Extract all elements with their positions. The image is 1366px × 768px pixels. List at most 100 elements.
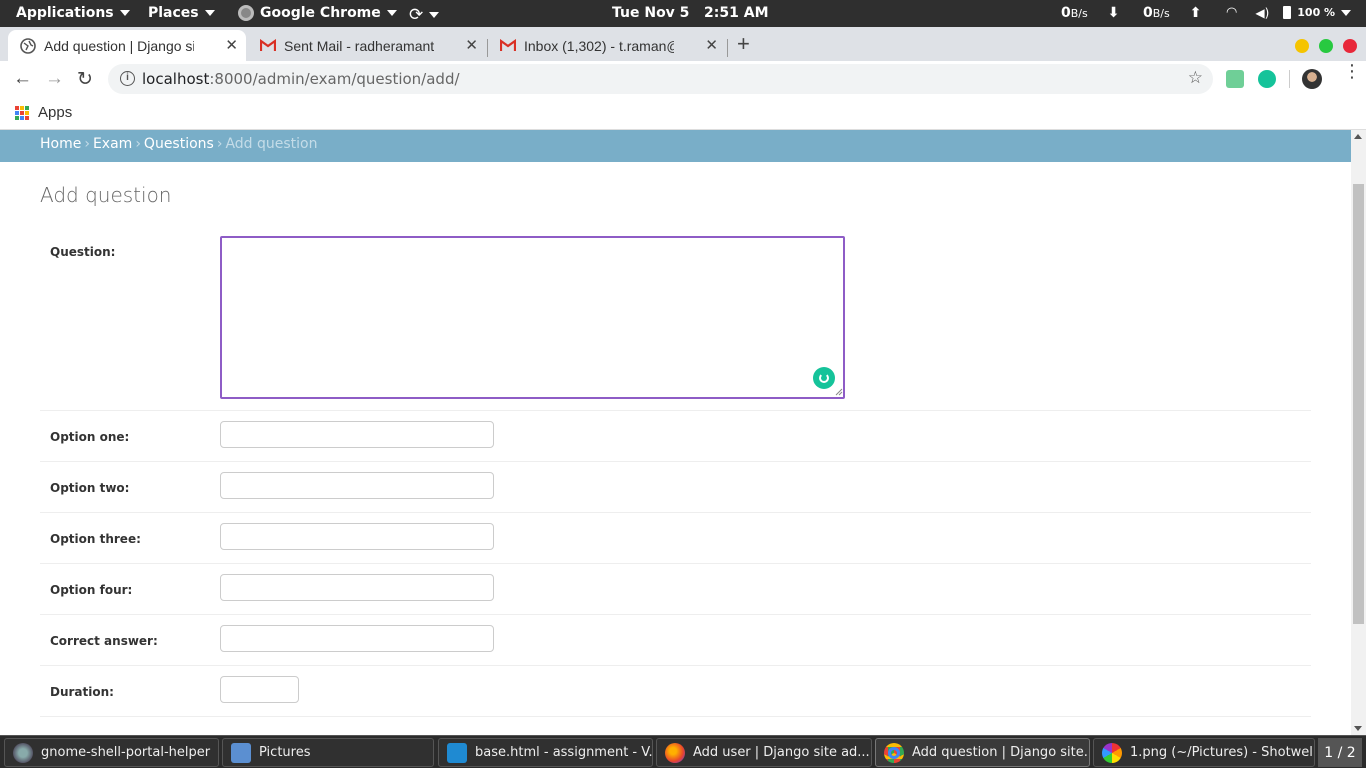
workspace-pager[interactable]: 1 / 2	[1318, 738, 1362, 767]
option-one-input[interactable]	[220, 421, 494, 448]
refresh-icon: ⟳	[409, 5, 424, 25]
tab-title: Sent Mail - radheramantiwari	[284, 37, 434, 54]
scroll-up-arrow-icon[interactable]	[1354, 134, 1362, 139]
tab-title: Inbox (1,302) - t.raman@iitg	[524, 37, 674, 54]
close-window-button[interactable]	[1343, 39, 1357, 53]
question-textarea[interactable]	[220, 236, 845, 399]
tab-sent-mail[interactable]: Sent Mail - radheramantiwari ✕	[248, 30, 486, 61]
breadcrumb-home[interactable]: Home	[40, 136, 81, 152]
bookmarks-bar: Apps	[0, 97, 1366, 130]
places-menu[interactable]: Places	[148, 5, 215, 21]
tab-strip: Add question | Django site admin ✕ Sent …	[0, 27, 1366, 61]
maximize-button[interactable]	[1319, 39, 1333, 53]
close-icon[interactable]: ✕	[465, 36, 478, 54]
option-one-label: Option one:	[50, 430, 130, 444]
breadcrumb-current: Add question	[225, 136, 318, 152]
net-up-unit: B/s	[1152, 7, 1170, 20]
net-down-unit: B/s	[1070, 7, 1088, 20]
forward-arrow-icon[interactable]: →	[45, 68, 64, 90]
taskbar-label: Add question | Django site...	[912, 745, 1090, 760]
taskbar-label: Add user | Django site ad...	[693, 745, 870, 760]
system-top-bar: Applications Places Google Chrome ⟳ Tue …	[0, 0, 1366, 27]
chevron-down-icon	[204, 10, 215, 16]
chrome-icon	[884, 742, 904, 763]
avatar[interactable]	[1302, 69, 1322, 89]
extension-mail-icon[interactable]	[1226, 70, 1244, 88]
taskbar-item-firefox[interactable]: Add user | Django site ad...	[656, 738, 872, 767]
chevron-down-icon	[429, 12, 440, 18]
apps-shortcut[interactable]: Apps	[38, 104, 72, 121]
places-label: Places	[148, 5, 199, 21]
option-two-label: Option two:	[50, 481, 130, 495]
duration-label: Duration:	[50, 685, 114, 699]
app-menu[interactable]: Google Chrome	[238, 5, 397, 21]
close-icon[interactable]: ✕	[705, 36, 718, 54]
taskbar-item-chrome[interactable]: Add question | Django site...	[875, 738, 1090, 767]
page-title: Add question	[40, 183, 172, 207]
gmail-icon	[260, 38, 276, 54]
tab-title: Add question | Django site admin	[44, 37, 194, 54]
url-text[interactable]: localhost:8000/admin/exam/question/add/	[142, 70, 460, 88]
tab-add-question[interactable]: Add question | Django site admin ✕	[8, 30, 246, 61]
breadcrumb-separator: ›	[135, 136, 141, 152]
breadcrumb-questions[interactable]: Questions	[144, 136, 214, 152]
gnome-icon	[13, 742, 33, 763]
window-list-taskbar: gnome-shell-portal-helper Pictures base.…	[0, 735, 1366, 768]
taskbar-item-pictures[interactable]: Pictures	[222, 738, 434, 767]
taskbar-item-portal-helper[interactable]: gnome-shell-portal-helper	[4, 738, 219, 767]
form-row-duration: Duration:	[40, 666, 1311, 717]
option-four-input[interactable]	[220, 574, 494, 601]
breadcrumb-exam[interactable]: Exam	[93, 136, 132, 152]
taskbar-label: base.html - assignment - V...	[475, 745, 653, 760]
option-two-input[interactable]	[220, 472, 494, 499]
chevron-down-icon	[1341, 9, 1352, 16]
page-scrollbar[interactable]	[1351, 130, 1366, 735]
url-path: :8000/admin/exam/question/add/	[209, 70, 460, 88]
correct-answer-label: Correct answer:	[50, 634, 158, 648]
chrome-icon	[238, 5, 254, 21]
arrow-up-icon: ⬆	[1189, 5, 1202, 21]
gmail-icon	[500, 38, 516, 54]
tab-inbox[interactable]: Inbox (1,302) - t.raman@iitg ✕	[488, 30, 726, 61]
info-icon[interactable]: i	[120, 71, 135, 86]
form-row-option-two: Option two:	[40, 462, 1311, 513]
net-up-value: 0	[1143, 5, 1153, 21]
scroll-down-arrow-icon[interactable]	[1354, 726, 1362, 731]
folder-icon	[231, 742, 251, 763]
menu-dots-icon[interactable]: ⋮	[1343, 62, 1361, 80]
system-menu[interactable]: ◠ ◀) 100 %	[1226, 5, 1352, 20]
taskbar-item-vscode[interactable]: base.html - assignment - V...	[438, 738, 653, 767]
applications-label: Applications	[16, 5, 114, 21]
page-content: Home › Exam › Questions › Add question Add que…	[0, 130, 1351, 735]
battery-icon	[1283, 6, 1292, 19]
taskbar-item-shotwell[interactable]: 1.png (~/Pictures) - Shotwell	[1093, 738, 1315, 767]
correct-answer-input[interactable]	[220, 625, 494, 652]
star-icon[interactable]: ☆	[1188, 68, 1203, 88]
clock[interactable]: Tue Nov 5 2:51 AM	[612, 5, 769, 21]
applications-menu[interactable]: Applications	[16, 5, 130, 21]
form-row-option-one: Option one:	[40, 411, 1311, 462]
address-bar[interactable]: i localhost:8000/admin/exam/question/add…	[108, 64, 1213, 94]
form-row-option-four: Option four:	[40, 564, 1311, 615]
close-icon[interactable]: ✕	[225, 36, 238, 54]
new-tab-plus-icon[interactable]: +	[737, 31, 750, 57]
back-arrow-icon[interactable]: ←	[13, 68, 32, 90]
breadcrumb-separator: ›	[216, 136, 223, 152]
grammarly-icon[interactable]	[813, 367, 835, 389]
breadcrumb: Home › Exam › Questions › Add question	[0, 130, 1351, 162]
minimize-button[interactable]	[1295, 39, 1309, 53]
shotwell-icon	[1102, 742, 1122, 763]
workspace-indicator[interactable]: ⟳	[409, 5, 440, 25]
reload-icon[interactable]: ↻	[77, 68, 93, 91]
net-upload: 0B/s ⬆	[1143, 5, 1201, 21]
duration-input[interactable]	[220, 676, 299, 703]
option-three-input[interactable]	[220, 523, 494, 550]
browser-toolbar: ← → ↻ i localhost:8000/admin/exam/questi…	[0, 61, 1366, 97]
url-host: localhost	[142, 70, 210, 88]
option-three-label: Option three:	[50, 532, 141, 546]
grammarly-extension-icon[interactable]	[1258, 70, 1276, 88]
toolbar-divider	[1289, 70, 1290, 88]
taskbar-label: Pictures	[259, 745, 311, 760]
resize-grip-icon[interactable]	[835, 388, 843, 396]
scrollbar-thumb[interactable]	[1353, 184, 1364, 624]
